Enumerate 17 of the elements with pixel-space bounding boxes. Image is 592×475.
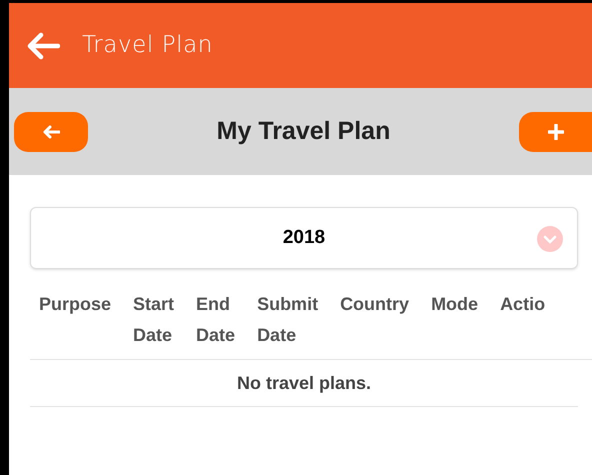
column-header: Actio <box>499 293 546 316</box>
back-arrow-icon[interactable] <box>26 32 60 60</box>
chevron-down-icon <box>537 226 563 252</box>
page-title: My Travel Plan <box>216 116 390 147</box>
column-header: Country <box>339 293 410 316</box>
empty-message: No travel plans. <box>236 372 372 395</box>
column-header: Mode <box>430 293 480 316</box>
column-header: Start Date <box>132 293 176 347</box>
column-header: Purpose <box>38 293 112 316</box>
back-arrow-icon <box>42 124 60 138</box>
add-button[interactable] <box>518 112 592 152</box>
column-header: End Date <box>195 293 236 347</box>
column-header: Submit Date <box>256 293 320 347</box>
app-bar-title: Travel Plan <box>82 31 213 60</box>
year-select[interactable]: 2018 <box>30 207 578 269</box>
plus-icon <box>548 124 564 140</box>
back-button[interactable] <box>14 112 88 152</box>
